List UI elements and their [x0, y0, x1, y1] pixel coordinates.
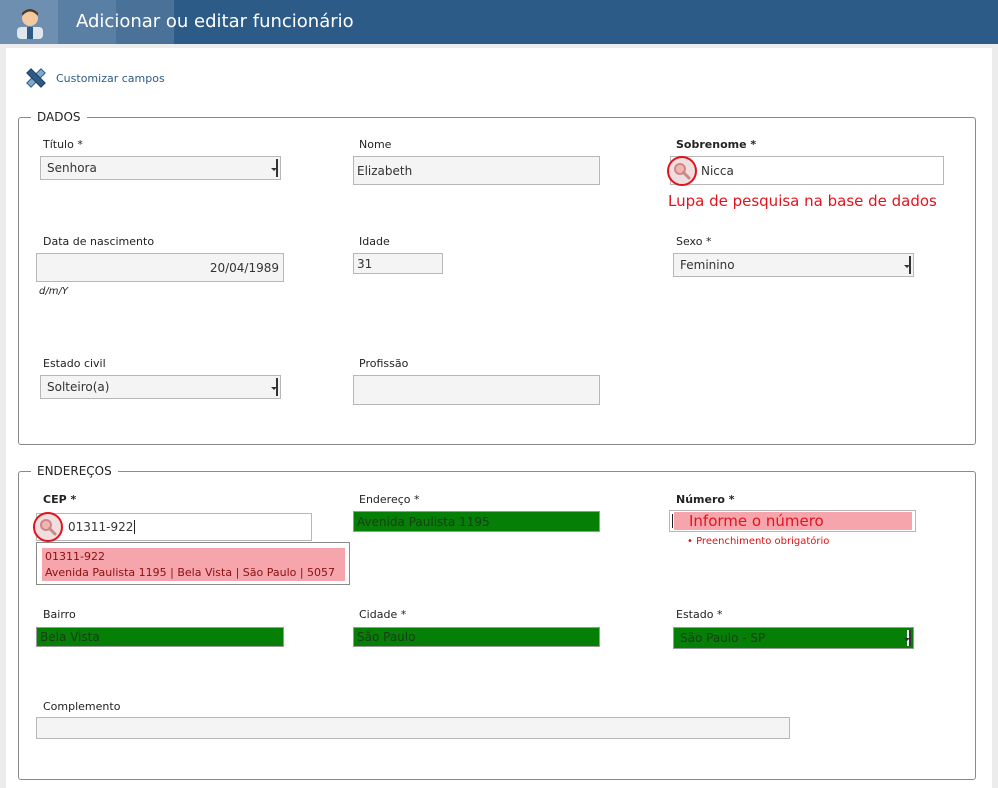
- pencil-ruler-icon: [26, 68, 46, 88]
- numero-placeholder: Informe o número: [674, 512, 912, 530]
- numero-label: Número *: [676, 493, 735, 506]
- user-avatar-icon: [17, 9, 43, 39]
- suggestion-address: Avenida Paulista 1195 | Bela Vista | São…: [45, 566, 336, 579]
- estado-civil-select[interactable]: Solteiro(a): [40, 375, 281, 399]
- cep-input[interactable]: 01311-922: [36, 513, 312, 541]
- app-header: Adicionar ou editar funcionário: [0, 0, 998, 44]
- cep-suggestion-item[interactable]: 01311-922 Avenida Paulista 1195 | Bela V…: [42, 548, 345, 581]
- cidade-input[interactable]: São Paulo: [353, 627, 600, 647]
- sobrenome-input[interactable]: Nicca: [670, 156, 944, 185]
- nome-value: Elizabeth: [357, 163, 413, 178]
- estado-civil-label: Estado civil: [43, 357, 106, 370]
- endereco-input[interactable]: Avenida Paulista 1195: [353, 511, 600, 532]
- text-caret: [672, 514, 673, 528]
- nome-label: Nome: [359, 138, 392, 151]
- idade-label: Idade: [359, 235, 390, 248]
- sexo-label: Sexo *: [676, 235, 712, 248]
- nascimento-value: 20/04/1989: [209, 260, 279, 275]
- suggestion-cep: 01311-922: [45, 550, 105, 563]
- estado-civil-value: Solteiro(a): [47, 380, 110, 394]
- numero-input[interactable]: Informe o número: [669, 510, 916, 532]
- chevron-down-icon: [904, 630, 911, 646]
- endereco-value: Avenida Paulista 1195: [357, 514, 490, 529]
- numero-error-message: • Preenchimento obrigatório: [687, 536, 830, 547]
- complemento-input[interactable]: [36, 717, 790, 739]
- nascimento-label: Data de nascimento: [43, 235, 155, 248]
- estado-select[interactable]: São Paulo - SP: [673, 627, 914, 649]
- profissao-label: Profissão: [359, 357, 409, 370]
- search-annotation: Lupa de pesquisa na base de dados: [668, 192, 937, 210]
- sexo-select[interactable]: Feminino: [673, 253, 914, 277]
- text-caret: [134, 520, 136, 534]
- cep-suggestion-dropdown: 01311-922 Avenida Paulista 1195 | Bela V…: [36, 542, 350, 585]
- customize-fields-link[interactable]: Customizar campos: [24, 66, 165, 90]
- enderecos-legend: ENDEREÇOS: [31, 464, 118, 478]
- idade-value: 31: [357, 256, 373, 271]
- bairro-input[interactable]: Bela Vista: [36, 627, 284, 647]
- sobrenome-search-button[interactable]: [667, 156, 697, 186]
- complemento-label: Complemento: [43, 700, 121, 713]
- endereco-label: Endereço *: [359, 493, 420, 506]
- bairro-label: Bairro: [43, 608, 76, 621]
- nome-input[interactable]: Elizabeth: [353, 156, 600, 185]
- sexo-value: Feminino: [680, 258, 735, 272]
- titulo-value: Senhora: [47, 161, 97, 175]
- cep-search-button[interactable]: [33, 512, 63, 542]
- estado-label: Estado *: [676, 608, 723, 621]
- estado-value: São Paulo - SP: [680, 631, 766, 645]
- chevron-down-icon: [904, 256, 911, 274]
- chevron-down-icon: [271, 378, 278, 396]
- magnifier-icon: [674, 163, 691, 180]
- titulo-select[interactable]: Senhora: [40, 156, 281, 180]
- nascimento-input[interactable]: 20/04/1989: [36, 253, 284, 282]
- date-format-hint: d/m/Y: [39, 286, 68, 297]
- dados-legend: DADOS: [31, 110, 87, 124]
- idade-input[interactable]: 31: [353, 253, 443, 274]
- cidade-label: Cidade *: [359, 608, 407, 621]
- sobrenome-value: Nicca: [701, 163, 734, 178]
- cidade-value: São Paulo: [357, 630, 416, 644]
- profissao-input[interactable]: [353, 375, 600, 405]
- bairro-value: Bela Vista: [40, 630, 100, 644]
- titulo-label: Título *: [43, 138, 83, 151]
- magnifier-icon: [40, 519, 57, 536]
- customize-fields-label: Customizar campos: [56, 71, 165, 85]
- chevron-down-icon: [271, 159, 278, 177]
- cep-value: 01311-922: [68, 520, 134, 534]
- page-title: Adicionar ou editar funcionário: [76, 11, 354, 32]
- cep-label: CEP *: [43, 493, 77, 506]
- sobrenome-label: Sobrenome *: [676, 138, 757, 151]
